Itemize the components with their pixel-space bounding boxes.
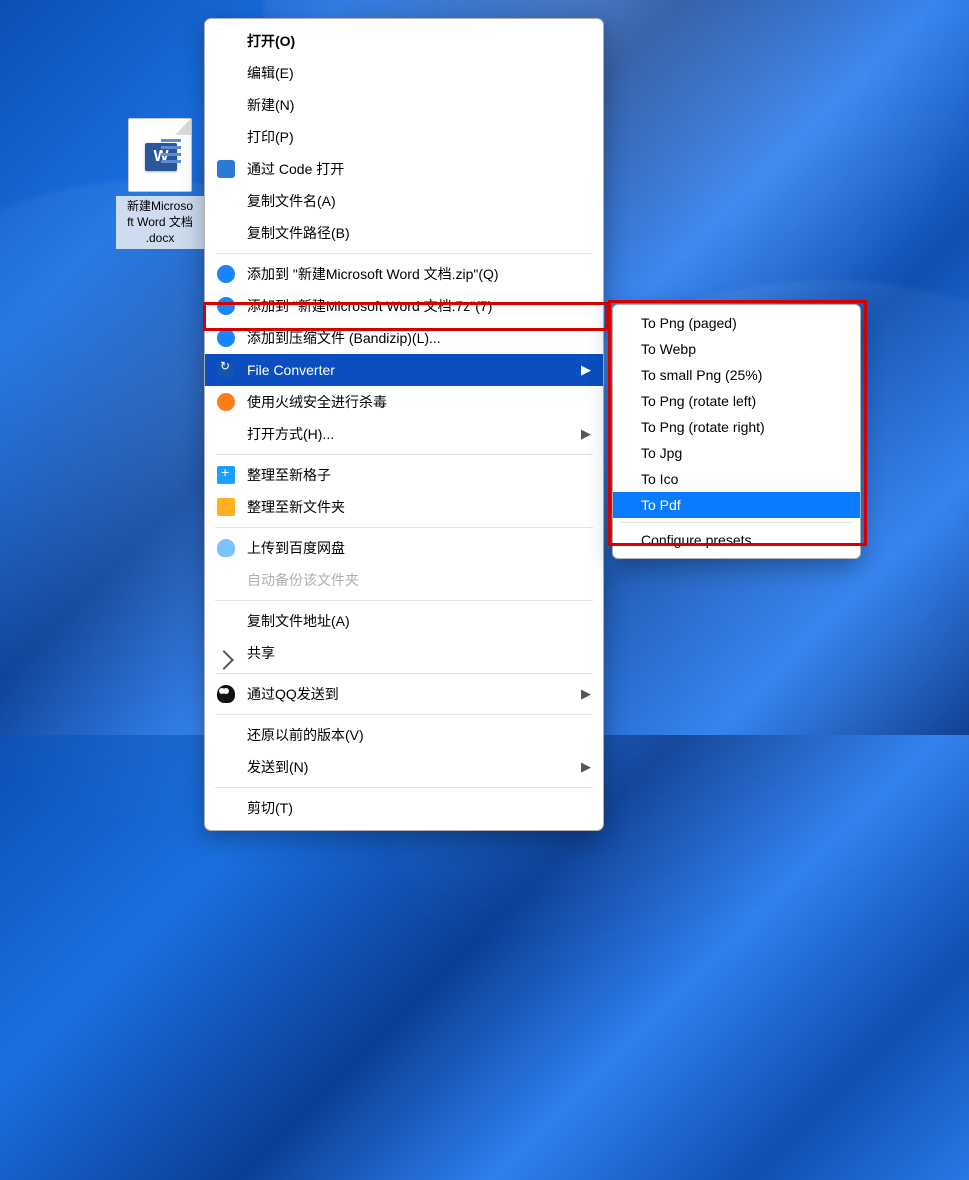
submenu-item[interactable]: To Jpg xyxy=(613,440,860,466)
submenu-item[interactable]: To Pdf xyxy=(613,492,860,518)
menu-item-label: 上传到百度网盘 xyxy=(247,538,345,558)
desktop-file-word[interactable]: W 新建Microso ft Word 文档 .docx xyxy=(116,118,204,249)
menu-item-label: 添加到 "新建Microsoft Word 文档.zip"(Q) xyxy=(247,264,499,284)
menu-item[interactable]: 编辑(E) xyxy=(205,57,603,89)
menu-item-label: 编辑(E) xyxy=(247,63,294,83)
menu-item-label: 还原以前的版本(V) xyxy=(247,725,364,745)
menu-item[interactable]: 打开方式(H)... ▶ xyxy=(205,418,603,450)
menu-item-label: 自动备份该文件夹 xyxy=(247,570,359,590)
menu-item-label: 打印(P) xyxy=(247,127,294,147)
menu-item-label: 整理至新格子 xyxy=(247,465,331,485)
submenu-item[interactable]: To Png (rotate right) xyxy=(613,414,860,440)
menu-separator xyxy=(215,527,593,528)
menu-separator xyxy=(215,600,593,601)
submenu-item[interactable]: To Png (rotate left) xyxy=(613,388,860,414)
menu-item[interactable]: 整理至新文件夹 xyxy=(205,491,603,523)
submenu-arrow-icon: ▶ xyxy=(581,686,591,702)
menu-separator xyxy=(215,253,593,254)
plus-icon xyxy=(217,466,235,484)
menu-item-label: 添加到 "新建Microsoft Word 文档.7z"(7) xyxy=(247,296,492,316)
file-name: 新建Microso ft Word 文档 .docx xyxy=(116,196,204,249)
menu-item[interactable]: 通过QQ发送到 ▶ xyxy=(205,678,603,710)
submenu-arrow-icon: ▶ xyxy=(581,362,591,378)
menu-item-label: 剪切(T) xyxy=(247,798,293,818)
menu-item-label: 复制文件名(A) xyxy=(247,191,336,211)
submenu-item[interactable]: To small Png (25%) xyxy=(613,362,860,388)
menu-item-label: 整理至新文件夹 xyxy=(247,497,345,517)
menu-item-label: 新建(N) xyxy=(247,95,294,115)
menu-item-label: 发送到(N) xyxy=(247,757,308,777)
menu-item-label: File Converter xyxy=(247,362,335,378)
menu-separator xyxy=(215,673,593,674)
menu-item[interactable]: 打开(O) xyxy=(205,25,603,57)
conv-icon xyxy=(217,361,235,379)
submenu-item[interactable]: To Png (paged) xyxy=(613,310,860,336)
menu-item[interactable]: 添加到 "新建Microsoft Word 文档.zip"(Q) xyxy=(205,258,603,290)
menu-item-label: 通过QQ发送到 xyxy=(247,684,339,704)
cloud-icon xyxy=(217,539,235,557)
share-icon xyxy=(214,650,234,670)
folder-icon xyxy=(217,498,235,516)
menu-item[interactable]: 共享 xyxy=(205,637,603,669)
menu-item-label: 打开(O) xyxy=(247,31,295,51)
code-icon xyxy=(217,160,235,178)
submenu-arrow-icon: ▶ xyxy=(581,426,591,442)
menu-separator xyxy=(215,714,593,715)
ball-icon xyxy=(217,297,235,315)
file-icon: W xyxy=(128,118,192,192)
menu-item-label: 打开方式(H)... xyxy=(247,424,334,444)
menu-item[interactable]: 复制文件路径(B) xyxy=(205,217,603,249)
menu-item[interactable]: 使用火绒安全进行杀毒 xyxy=(205,386,603,418)
context-menu[interactable]: 打开(O) 编辑(E) 新建(N) 打印(P) 通过 Code 打开复制文件名(A) 复制… xyxy=(204,18,604,831)
menu-item[interactable]: 复制文件名(A) xyxy=(205,185,603,217)
menu-item[interactable]: 复制文件地址(A) xyxy=(205,605,603,637)
submenu-item[interactable]: To Webp xyxy=(613,336,860,362)
submenu-item[interactable]: Configure presets... xyxy=(613,527,860,553)
menu-item-label: 通过 Code 打开 xyxy=(247,159,344,179)
menu-separator xyxy=(215,454,593,455)
menu-item[interactable]: 打印(P) xyxy=(205,121,603,153)
submenu-arrow-icon: ▶ xyxy=(581,759,591,775)
menu-item[interactable]: 上传到百度网盘 xyxy=(205,532,603,564)
ball-icon xyxy=(217,265,235,283)
file-lines-decoration xyxy=(161,139,181,167)
qq-icon xyxy=(217,685,235,703)
menu-item: 自动备份该文件夹 xyxy=(205,564,603,596)
menu-item[interactable]: 整理至新格子 xyxy=(205,459,603,491)
menu-item-label: 复制文件路径(B) xyxy=(247,223,350,243)
ball-icon xyxy=(217,393,235,411)
menu-item[interactable]: 还原以前的版本(V) xyxy=(205,719,603,751)
menu-item[interactable]: 通过 Code 打开 xyxy=(205,153,603,185)
menu-separator xyxy=(621,522,852,523)
menu-item[interactable]: 添加到压缩文件 (Bandizip)(L)... xyxy=(205,322,603,354)
menu-separator xyxy=(215,787,593,788)
menu-item[interactable]: 剪切(T) xyxy=(205,792,603,824)
menu-item[interactable]: File Converter ▶ xyxy=(205,354,603,386)
menu-item[interactable]: 新建(N) xyxy=(205,89,603,121)
menu-item[interactable]: 添加到 "新建Microsoft Word 文档.7z"(7) xyxy=(205,290,603,322)
menu-item-label: 使用火绒安全进行杀毒 xyxy=(247,392,387,412)
submenu-item[interactable]: To Ico xyxy=(613,466,860,492)
menu-item-label: 复制文件地址(A) xyxy=(247,611,350,631)
menu-item-label: 共享 xyxy=(247,643,275,663)
menu-item[interactable]: 发送到(N) ▶ xyxy=(205,751,603,783)
file-converter-submenu[interactable]: To Png (paged)To WebpTo small Png (25%)T… xyxy=(612,304,861,559)
menu-item-label: 添加到压缩文件 (Bandizip)(L)... xyxy=(247,328,441,348)
ball-icon xyxy=(217,329,235,347)
